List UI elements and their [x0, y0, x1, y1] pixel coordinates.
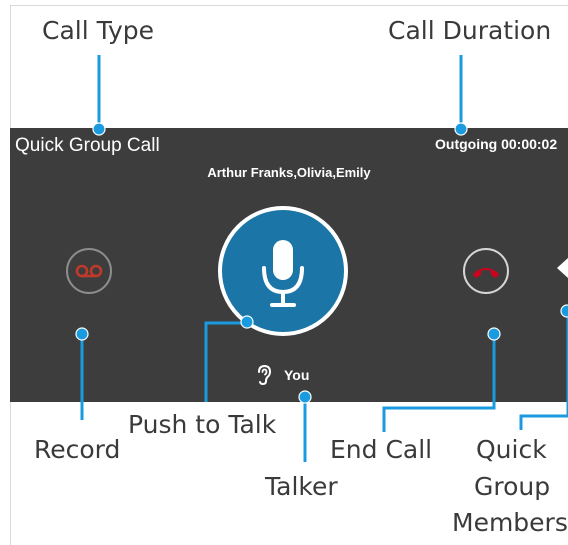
callout-end-call: End Call — [330, 435, 433, 464]
callout-quick-group-members-3: Members — [452, 508, 568, 537]
talker-name: You — [284, 367, 310, 383]
callout-quick-group-members-2: Group — [474, 472, 551, 501]
callout-push-to-talk: Push to Talk — [128, 410, 277, 439]
callout-record: Record — [34, 435, 121, 464]
phone-hangup-icon — [473, 268, 499, 278]
record-button[interactable] — [66, 248, 112, 294]
end-call-button[interactable] — [463, 248, 509, 294]
call-duration-label: Outgoing 00:00:02 — [435, 136, 558, 152]
callout-call-duration: Call Duration — [388, 16, 552, 45]
callout-call-type: Call Type — [42, 16, 155, 45]
participants-list: Arthur Franks,Olivia,Emily — [207, 165, 371, 180]
voicemail-icon — [75, 264, 103, 278]
callout-talker: Talker — [265, 472, 338, 501]
microphone-icon — [262, 240, 304, 307]
call-type-label: Quick Group Call — [15, 135, 160, 156]
ear-icon — [258, 364, 272, 386]
quick-group-members-toggle[interactable] — [557, 258, 568, 278]
talker-indicator: You — [256, 364, 309, 386]
call-screen: Quick Group Call Outgoing 00:00:02 Arthu… — [10, 128, 568, 402]
push-to-talk-button[interactable] — [218, 206, 348, 336]
callout-quick-group-members-1: Quick — [476, 435, 547, 464]
